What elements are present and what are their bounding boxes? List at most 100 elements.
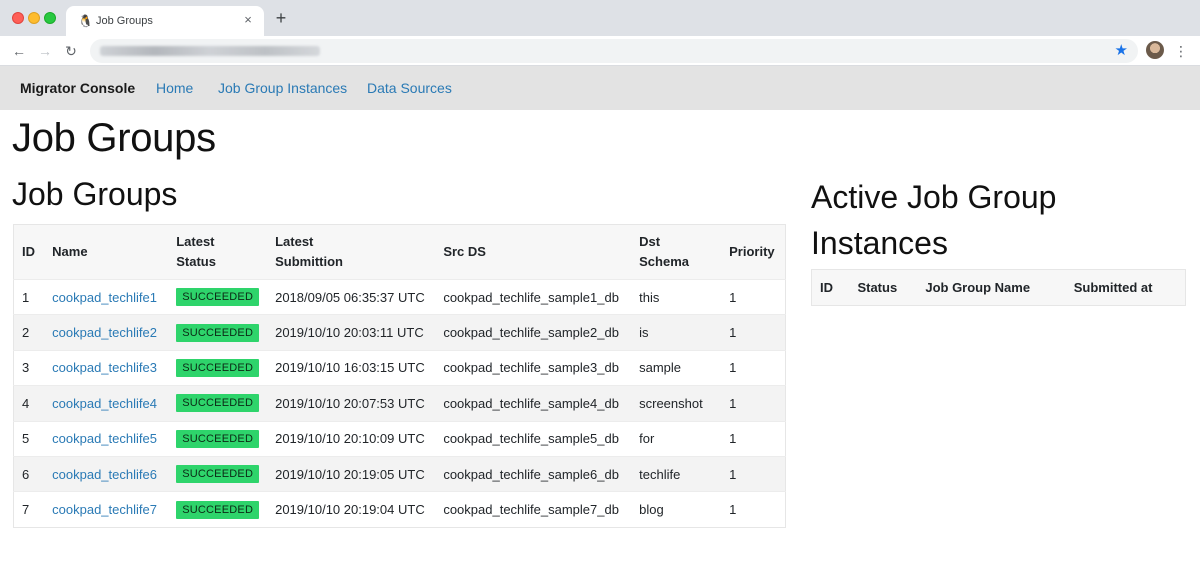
table-row: 1 cookpad_techlife1 SUCCEEDED 2018/09/05 06… <box>13 278 786 315</box>
maximize-window-button[interactable] <box>44 12 56 24</box>
cell-priority: 1 <box>729 395 737 411</box>
cell-id: 4 <box>13 385 45 422</box>
cell-dst-schema: screenshot <box>639 395 703 411</box>
table-row: 7 cookpad_techlife7 SUCCEEDED 2019/10/10 20… <box>13 491 786 528</box>
nav-link-home[interactable]: Home <box>156 79 193 97</box>
table-row: 3 cookpad_techlife3 SUCCEEDED 2019/10/10 16… <box>13 349 786 386</box>
cell-submitted: 2019/10/10 20:07:53 UTC <box>267 385 436 422</box>
cell-name-link[interactable]: cookpad_techlife2 <box>52 325 157 340</box>
status-badge: SUCCEEDED <box>176 500 260 519</box>
cell-name-link[interactable]: cookpad_techlife3 <box>52 360 157 375</box>
cell-name-link[interactable]: cookpad_techlife5 <box>52 431 157 446</box>
browser-toolbar: ← → ↻ ★ ⋮ <box>0 36 1200 66</box>
cell-id: 5 <box>13 420 45 457</box>
cell-dst-schema: for <box>631 420 722 457</box>
table-row: 5 cookpad_techlife5 SUCCEEDED 2019/10/10 20… <box>13 420 786 457</box>
bookmark-star-icon[interactable]: ★ <box>1115 42 1128 60</box>
cell-id: 7 <box>22 502 30 518</box>
tab-title: Job Groups <box>96 15 153 27</box>
col-id: ID <box>811 269 850 306</box>
cell-name-link[interactable]: cookpad_techlife1 <box>52 290 157 305</box>
cell-priority: 1 <box>729 325 737 341</box>
table-row: 6 cookpad_techlife6 SUCCEEDED 2019/10/10 20… <box>13 455 786 492</box>
cell-priority: 1 <box>729 431 737 447</box>
reload-icon[interactable]: ↻ <box>62 42 80 60</box>
cell-priority: 1 <box>721 455 786 492</box>
cell-priority: 1 <box>721 385 786 422</box>
nav-link-job-group-instances[interactable]: Job Group Instances <box>218 79 347 97</box>
cell-src-ds: cookpad_techlife_sample2_db <box>435 314 632 351</box>
cell-name-link[interactable]: cookpad_techlife7 <box>52 502 157 517</box>
cell-name: cookpad_techlife4 <box>44 385 169 422</box>
new-tab-icon[interactable]: + <box>272 9 290 27</box>
cell-status: SUCCEEDED <box>168 385 268 422</box>
profile-avatar[interactable] <box>1146 41 1164 59</box>
cell-dst-schema: techlife <box>631 455 722 492</box>
penguin-icon: 🐧 <box>78 14 93 28</box>
cell-id: 3 <box>22 360 30 376</box>
active-instances-heading: Active Job Group Instances <box>811 179 1057 261</box>
cell-name: cookpad_techlife3 <box>44 349 169 386</box>
cell-submitted: 2019/10/10 20:19:05 UTC <box>275 466 425 482</box>
cell-submitted: 2018/09/05 06:35:37 UTC <box>267 278 436 315</box>
cell-src-ds: cookpad_techlife_sample5_db <box>435 420 632 457</box>
close-window-button[interactable] <box>12 12 24 24</box>
cell-src-ds: cookpad_techlife_sample6_db <box>435 455 632 492</box>
navbar-brand[interactable]: Migrator Console <box>20 79 135 97</box>
forward-arrow-icon[interactable]: → <box>36 42 54 60</box>
nav-link-data-sources[interactable]: Data Sources <box>367 79 452 97</box>
cell-dst-schema: blog <box>631 491 722 528</box>
minimize-window-button[interactable] <box>28 12 40 24</box>
status-badge: SUCCEEDED <box>176 465 260 484</box>
cell-src-ds: cookpad_techlife_sample7_db <box>443 502 619 518</box>
cell-dst-schema: blog <box>639 502 664 518</box>
col-priority: Priority <box>721 224 786 280</box>
cell-src-ds: cookpad_techlife_sample5_db <box>443 431 619 447</box>
cell-id: 3 <box>13 349 45 386</box>
cell-status: SUCCEEDED <box>168 420 268 457</box>
cell-id: 5 <box>22 431 30 447</box>
active-instances-table: ID Status Job Group Name Submitted at <box>811 269 1186 306</box>
cell-submitted: 2019/10/10 16:03:15 UTC <box>267 349 436 386</box>
col-submitted-at: Submitted at <box>1065 269 1186 306</box>
cell-dst-schema: sample <box>639 360 682 376</box>
cell-id: 7 <box>13 491 45 528</box>
col-latest-submission-l1: Latest <box>275 234 314 249</box>
cell-src-ds: cookpad_techlife_sample4_db <box>443 395 619 411</box>
back-arrow-icon[interactable]: ← <box>10 42 28 60</box>
cell-dst-schema: this <box>631 278 722 315</box>
cell-name-link[interactable]: cookpad_techlife4 <box>52 396 157 411</box>
cell-submitted: 2018/09/05 06:35:37 UTC <box>275 289 425 305</box>
browser-tab-job-groups[interactable]: 🐧 Job Groups × <box>66 6 264 36</box>
cell-src-ds: cookpad_techlife_sample7_db <box>435 491 632 528</box>
cell-dst-schema: is <box>631 314 722 351</box>
cell-submitted: 2019/10/10 20:19:05 UTC <box>267 455 436 492</box>
cell-src-ds: cookpad_techlife_sample1_db <box>443 289 619 305</box>
status-badge: SUCCEEDED <box>176 323 260 342</box>
cell-submitted: 2019/10/10 20:03:11 UTC <box>267 314 436 351</box>
cell-id: 6 <box>13 455 45 492</box>
cell-name-link[interactable]: cookpad_techlife6 <box>52 467 157 482</box>
cell-submitted: 2019/10/10 20:10:09 UTC <box>275 431 425 447</box>
col-id: ID <box>13 224 45 280</box>
cell-status: SUCCEEDED <box>168 278 268 315</box>
cell-src-ds: cookpad_techlife_sample3_db <box>443 360 619 376</box>
address-bar[interactable]: ★ <box>90 39 1138 63</box>
cell-submitted: 2019/10/10 20:07:53 UTC <box>275 395 425 411</box>
cell-submitted: 2019/10/10 20:03:11 UTC <box>275 325 424 341</box>
cell-id: 2 <box>22 325 30 341</box>
cell-name: cookpad_techlife1 <box>44 278 169 315</box>
col-latest-status: Latest Status <box>168 224 268 280</box>
cell-src-ds: cookpad_techlife_sample6_db <box>443 466 619 482</box>
cell-priority: 1 <box>721 278 786 315</box>
cell-submitted: 2019/10/10 20:10:09 UTC <box>267 420 436 457</box>
cell-src-ds: cookpad_techlife_sample1_db <box>435 278 632 315</box>
cell-submitted: 2019/10/10 20:19:04 UTC <box>267 491 436 528</box>
cell-src-ds: cookpad_techlife_sample4_db <box>435 385 632 422</box>
cell-name: cookpad_techlife7 <box>44 491 169 528</box>
close-icon[interactable]: × <box>240 12 256 28</box>
cell-name: cookpad_techlife6 <box>44 455 169 492</box>
table-row: 4 cookpad_techlife4 SUCCEEDED 2019/10/10 20… <box>13 385 786 422</box>
browser-menu-icon[interactable]: ⋮ <box>1174 42 1188 60</box>
status-badge: SUCCEEDED <box>176 288 260 307</box>
